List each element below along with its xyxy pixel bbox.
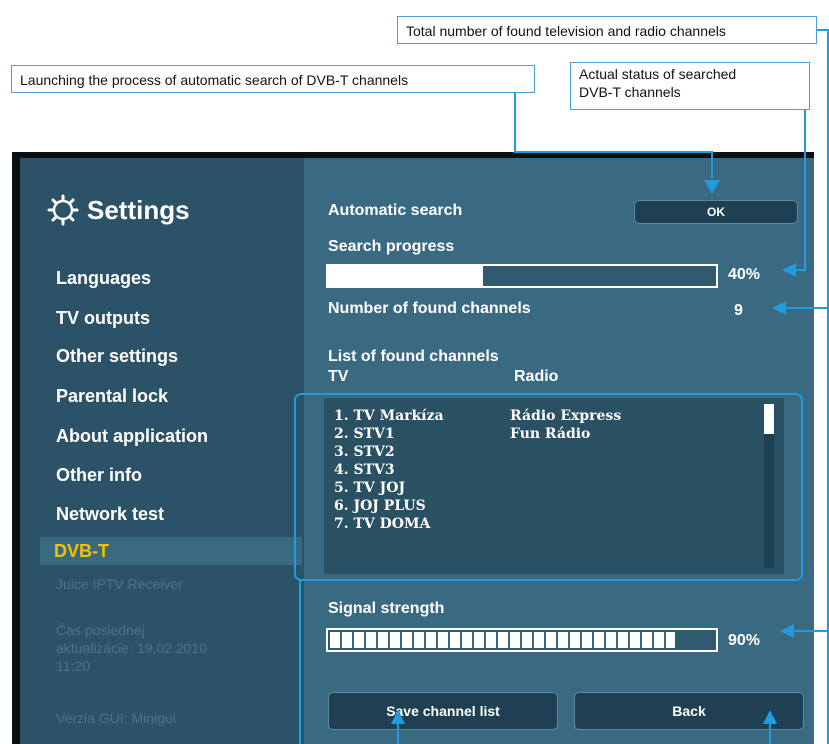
channel-list-scroll-thumb[interactable]	[764, 404, 774, 434]
callout-total-channels: Total number of found television and rad…	[397, 16, 817, 44]
sidebar: Settings Languages TV outputs Other sett…	[20, 158, 304, 744]
sidebar-item-other-settings[interactable]: Other settings	[56, 346, 178, 367]
found-channels-list-title: List of found channels	[328, 348, 499, 365]
found-channels-list[interactable]: 1. TV Markíza 2. STV1 3. STV2 4. STV3 5.…	[324, 398, 784, 574]
tv-channel-item[interactable]: 7. TV DOMA	[334, 516, 430, 532]
channel-list-scrollbar[interactable]	[764, 404, 774, 568]
sidebar-item-parental-lock[interactable]: Parental lock	[56, 386, 168, 407]
settings-title: Settings	[47, 194, 190, 226]
callout-status-line1: Actual status of searched	[579, 66, 737, 82]
signal-strength-bar	[326, 628, 718, 652]
ok-button[interactable]: OK	[634, 200, 798, 224]
save-channel-list-button[interactable]: Save channel list	[328, 692, 558, 730]
sidebar-item-dvb-t[interactable]: DVB-T	[40, 537, 302, 565]
tv-channel-item[interactable]: 2. STV1	[334, 426, 395, 442]
settings-screen: Settings Languages TV outputs Other sett…	[20, 158, 814, 744]
sidebar-item-tv-outputs[interactable]: TV outputs	[56, 308, 150, 329]
update-time-line2: aktualizácie: 19.02.2010	[56, 640, 207, 656]
sidebar-item-about-application[interactable]: About application	[56, 426, 208, 447]
found-channels-count: 9	[734, 302, 743, 319]
sidebar-item-other-info[interactable]: Other info	[56, 465, 142, 486]
gear-icon	[47, 194, 79, 226]
tv-frame: Settings Languages TV outputs Other sett…	[12, 152, 814, 744]
callout-status-line2: DVB-T channels	[579, 84, 681, 100]
tv-channel-item[interactable]: 5. TV JOJ	[334, 480, 405, 496]
automatic-search-label: Automatic search	[328, 202, 463, 219]
dvb-t-panel: Automatic search OK Search progress 40% …	[304, 158, 814, 744]
app-name-text: Juice IPTV Receiver	[56, 576, 183, 592]
back-button[interactable]: Back	[574, 692, 804, 730]
search-progress-fill	[328, 266, 484, 286]
settings-title-label: Settings	[87, 194, 190, 225]
gui-version-text: Verzia GUI: Minigui	[56, 710, 176, 726]
signal-strength-label: Signal strength	[328, 600, 445, 617]
search-progress-value: 40%	[728, 266, 761, 283]
update-time-line1: Čas poslednej	[56, 622, 145, 638]
radio-channel-item[interactable]: Fun Rádio	[510, 426, 590, 442]
found-channels-label: Number of found channels	[328, 300, 531, 317]
tv-channel-item[interactable]: 3. STV2	[334, 444, 395, 460]
signal-strength-fill	[330, 632, 676, 648]
sidebar-item-network-test[interactable]: Network test	[56, 504, 164, 525]
tv-channel-item[interactable]: 6. JOJ PLUS	[334, 498, 426, 514]
search-progress-label: Search progress	[328, 238, 455, 255]
update-time-line3: 11:20	[56, 658, 90, 674]
tv-channel-item[interactable]: 4. STV3	[334, 462, 395, 478]
radio-channel-item[interactable]: Rádio Express	[510, 408, 621, 424]
callout-search-status: Actual status of searched DVB-T channels	[570, 62, 810, 110]
signal-strength-value: 90%	[728, 632, 761, 649]
radio-column-header: Radio	[514, 368, 559, 385]
search-progress-bar	[326, 264, 718, 288]
callout-launch-search: Launching the process of automatic searc…	[11, 65, 535, 93]
total-connector-line	[817, 29, 829, 744]
tv-channel-item[interactable]: 1. TV Markíza	[334, 408, 444, 424]
sidebar-item-languages[interactable]: Languages	[56, 268, 151, 289]
tv-column-header: TV	[328, 368, 349, 385]
